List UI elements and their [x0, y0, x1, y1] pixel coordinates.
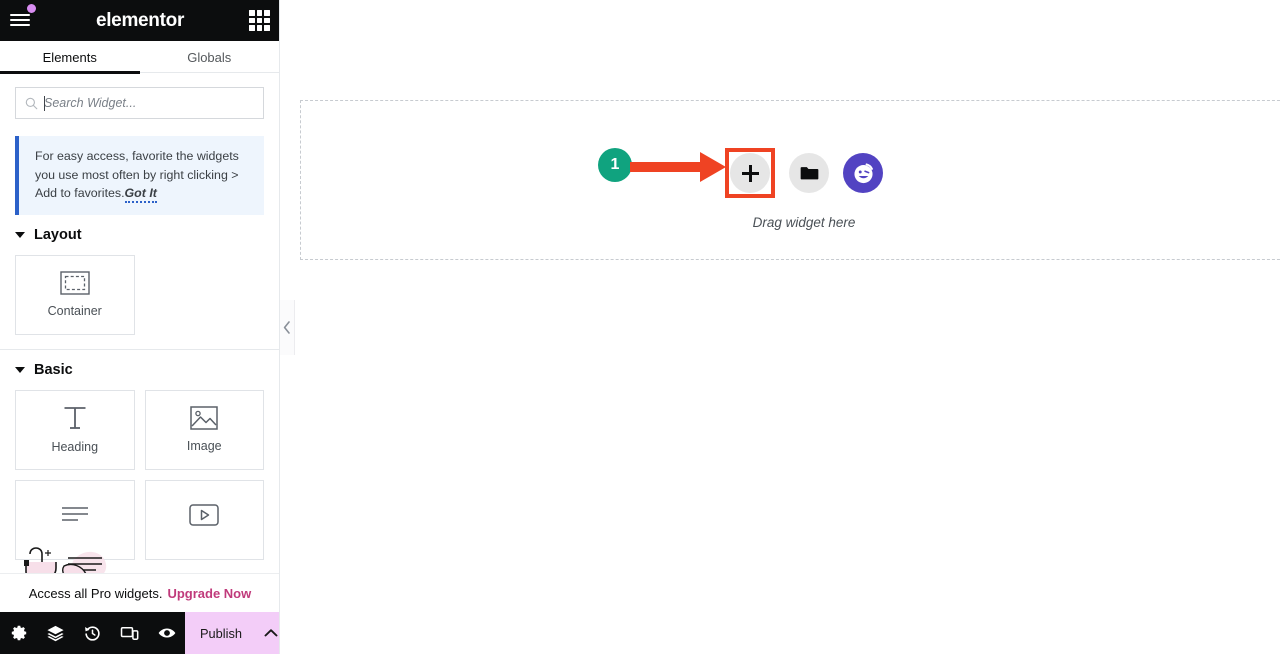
panel-tabs: Elements Globals	[0, 41, 280, 74]
widget-grid-basic: Heading Image	[0, 389, 279, 574]
elementor-panel: elementor Elements Globals Search Widget…	[0, 0, 280, 654]
pro-upgrade-text: Access all Pro widgets.	[28, 585, 163, 601]
section-header-layout[interactable]: Layout	[0, 215, 279, 255]
publish-group: Publish	[185, 612, 279, 654]
container-icon	[60, 271, 90, 295]
widget-heading[interactable]: Heading	[15, 389, 135, 470]
widget-image[interactable]: Image	[144, 389, 264, 470]
elementor-ai-button[interactable]	[843, 153, 883, 193]
history-icon[interactable]	[74, 612, 111, 654]
section-title-layout: Layout	[34, 226, 82, 243]
elementor-logo: elementor	[95, 10, 185, 31]
section-basic: Basic Heading Image	[0, 350, 279, 574]
widget-container[interactable]: Container	[15, 254, 135, 335]
dropzone-label: Drag widget here	[752, 215, 856, 230]
video-icon	[189, 504, 219, 526]
panel-header: elementor	[0, 0, 279, 41]
widget-label-image: Image	[186, 439, 222, 453]
footer-tools	[0, 612, 185, 654]
widget-label-container: Container	[47, 304, 102, 318]
got-it-button[interactable]: Got It	[124, 186, 157, 203]
dropzone-buttons	[725, 148, 883, 198]
panel-footer: Publish	[0, 612, 279, 654]
add-template-button[interactable]	[789, 153, 829, 193]
section-layout: Layout Container	[0, 215, 279, 350]
tab-elements[interactable]: Elements	[0, 41, 140, 74]
pro-upgrade-bar: Access all Pro widgets. Upgrade Now	[0, 573, 279, 612]
text-caret	[44, 96, 45, 111]
favorites-notice-text: For easy access, favorite the widgets yo…	[35, 147, 250, 203]
widget-grid-layout: Container	[0, 254, 279, 349]
preview-icon[interactable]	[148, 612, 185, 654]
ai-face-icon	[853, 162, 873, 183]
plus-icon	[741, 164, 759, 182]
apps-grid-icon[interactable]	[249, 10, 270, 31]
dropzone-content: Drag widget here	[725, 148, 883, 230]
chevron-down-icon	[15, 231, 25, 238]
chevron-down-icon	[15, 366, 25, 373]
navigator-icon[interactable]	[37, 612, 74, 654]
chevron-left-icon	[283, 321, 290, 334]
responsive-icon[interactable]	[111, 612, 148, 654]
empty-container-dropzone[interactable]: Drag widget here	[300, 100, 1280, 260]
search-widget-area	[0, 73, 279, 119]
search-icon	[25, 97, 38, 109]
widget-label-heading: Heading	[51, 440, 99, 454]
add-element-highlight	[725, 148, 775, 198]
panel-collapse-handle[interactable]	[280, 300, 295, 355]
settings-icon[interactable]	[0, 612, 37, 654]
add-element-button[interactable]	[730, 153, 770, 193]
section-header-basic[interactable]: Basic	[0, 350, 279, 390]
folder-icon	[800, 167, 818, 180]
heading-icon	[64, 407, 86, 429]
editor-canvas: Drag widget here 1	[280, 0, 1280, 654]
widget-video[interactable]	[144, 479, 264, 560]
widget-text-editor[interactable]	[15, 479, 135, 560]
upgrade-now-link[interactable]: Upgrade Now	[167, 586, 251, 601]
text-editor-icon	[61, 507, 88, 521]
chevron-up-icon[interactable]	[257, 612, 279, 654]
search-input[interactable]	[44, 88, 263, 118]
section-title-basic: Basic	[34, 361, 73, 378]
favorites-notice: For easy access, favorite the widgets yo…	[15, 136, 264, 215]
tab-globals[interactable]: Globals	[140, 41, 280, 73]
search-box[interactable]	[15, 87, 264, 119]
elementor-editor: elementor Elements Globals Search Widget…	[0, 0, 1280, 654]
publish-button[interactable]: Publish	[185, 612, 257, 654]
image-icon	[190, 406, 218, 430]
